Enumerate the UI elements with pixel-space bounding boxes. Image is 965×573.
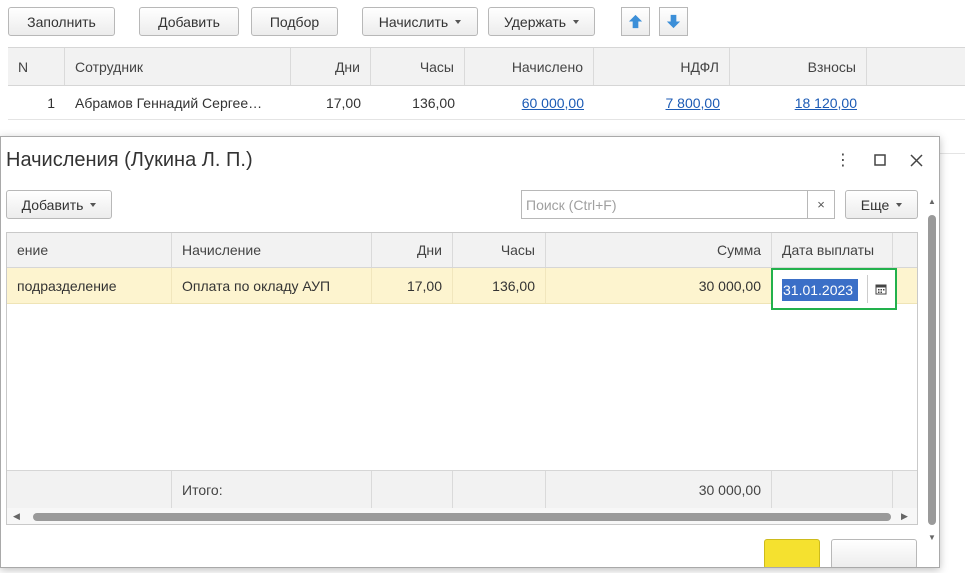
col-header-accrual[interactable]: Начисление (172, 233, 372, 267)
col-header-division[interactable]: ение (7, 233, 172, 267)
row-number: 1 (47, 94, 55, 111)
horizontal-scrollbar[interactable]: ◀ ▶ (7, 508, 917, 524)
chevron-down-icon (896, 202, 903, 207)
ndfl-link[interactable]: 7 800,00 (666, 95, 721, 111)
row-division: подразделение (7, 268, 172, 303)
row-accrued-link[interactable]: 60 000,00 (465, 86, 594, 119)
close-icon[interactable] (907, 151, 925, 169)
horizontal-scroll-thumb[interactable] (33, 513, 891, 521)
accrued-link[interactable]: 60 000,00 (522, 95, 584, 111)
scroll-right-icon[interactable]: ▶ (901, 511, 908, 522)
col-header-contrib[interactable]: Взносы (730, 48, 867, 85)
pay-date-input[interactable]: 31.01.2023 (782, 279, 858, 301)
pick-button[interactable]: Подбор (251, 7, 338, 36)
search-input[interactable] (521, 190, 809, 219)
pay-date-field[interactable]: 31.01.2023 (771, 268, 897, 310)
footer-blank (7, 471, 172, 508)
withhold-button-label: Удержать (503, 13, 567, 30)
col-header-days[interactable]: Дни (291, 48, 371, 85)
search-clear-button[interactable]: × (807, 190, 835, 219)
arrow-up-icon (628, 14, 643, 29)
footer-total-label: Итого: (172, 471, 372, 508)
col-header-pay-date[interactable]: Дата выплаты (772, 233, 893, 267)
col-header-ndfl[interactable]: НДФЛ (594, 48, 730, 85)
col-header-hours[interactable]: Часы (371, 48, 465, 85)
dialog-title: Начисления (Лукина Л. П.) (6, 149, 253, 171)
contrib-link[interactable]: 18 120,00 (795, 95, 857, 111)
clear-icon: × (817, 197, 825, 212)
col-header-n[interactable]: N (8, 48, 65, 85)
footer-blank-hours (453, 471, 546, 508)
row-days: 17,00 (325, 94, 361, 111)
close-button[interactable] (831, 539, 917, 567)
col-header-days[interactable]: Дни (372, 233, 453, 267)
row-accrual: Оплата по окладу АУП (172, 268, 372, 303)
calendar-icon (875, 284, 886, 295)
withhold-button[interactable]: Удержать (488, 7, 595, 36)
dialog-add-label: Добавить (21, 196, 84, 213)
scroll-up-icon[interactable]: ▲ (928, 197, 936, 206)
scroll-left-icon[interactable]: ◀ (13, 511, 20, 522)
dialog-add-button[interactable]: Добавить (6, 190, 112, 219)
row-contrib-link[interactable]: 18 120,00 (730, 86, 867, 119)
row-hours: 136,00 (412, 94, 455, 111)
accrue-button-label: Начислить (378, 13, 449, 30)
accruals-grid-footer: Итого: 30 000,00 (7, 470, 917, 508)
fill-button[interactable]: Заполнить (8, 7, 115, 36)
vertical-scrollbar[interactable]: ▲ ▼ (926, 197, 939, 547)
footer-blank-days (372, 471, 453, 508)
col-header-sum[interactable]: Сумма (546, 233, 772, 267)
row-sum: 30 000,00 (546, 268, 772, 303)
move-down-button[interactable] (659, 7, 688, 36)
fill-button-label: Заполнить (27, 13, 96, 30)
move-up-button[interactable] (621, 7, 650, 36)
more-button[interactable]: Еще (845, 190, 918, 219)
row-employee: Абрамов Геннадий Сергее… (75, 94, 263, 111)
vertical-scroll-thumb[interactable] (928, 215, 936, 525)
more-button-label: Еще (860, 196, 890, 213)
more-vert-icon[interactable]: ⋮ (834, 151, 852, 169)
chevron-down-icon (455, 19, 462, 24)
chevron-down-icon (90, 202, 97, 207)
add-button[interactable]: Добавить (139, 7, 239, 36)
pick-button-label: Подбор (269, 13, 320, 30)
row-ndfl-link[interactable]: 7 800,00 (594, 86, 730, 119)
col-header-hours[interactable]: Часы (453, 233, 546, 267)
col-header-accrued[interactable]: Начислено (465, 48, 594, 85)
chevron-down-icon (573, 19, 580, 24)
footer-blank-date (772, 471, 893, 508)
accruals-grid-header: ение Начисление Дни Часы Сумма Дата выпл… (7, 233, 917, 268)
arrow-down-icon (666, 14, 681, 29)
footer-total-sum: 30 000,00 (546, 471, 772, 508)
scroll-down-icon[interactable]: ▼ (928, 533, 936, 542)
calendar-button[interactable] (867, 275, 893, 303)
col-header-employee[interactable]: Сотрудник (65, 48, 291, 85)
row-hours: 136,00 (453, 268, 546, 303)
row-days: 17,00 (372, 268, 453, 303)
employees-table-header: N Сотрудник Дни Часы Начислено НДФЛ Взно… (8, 47, 965, 86)
maximize-icon[interactable] (871, 151, 889, 169)
add-button-label: Добавить (158, 13, 220, 30)
accruals-dialog: Начисления (Лукина Л. П.) ⋮ Добавить × Е… (0, 136, 940, 568)
table-row[interactable]: 1 Абрамов Геннадий Сергее… 17,00 136,00 … (8, 86, 965, 120)
accrue-button[interactable]: Начислить (362, 7, 478, 36)
ok-button[interactable] (764, 539, 820, 567)
